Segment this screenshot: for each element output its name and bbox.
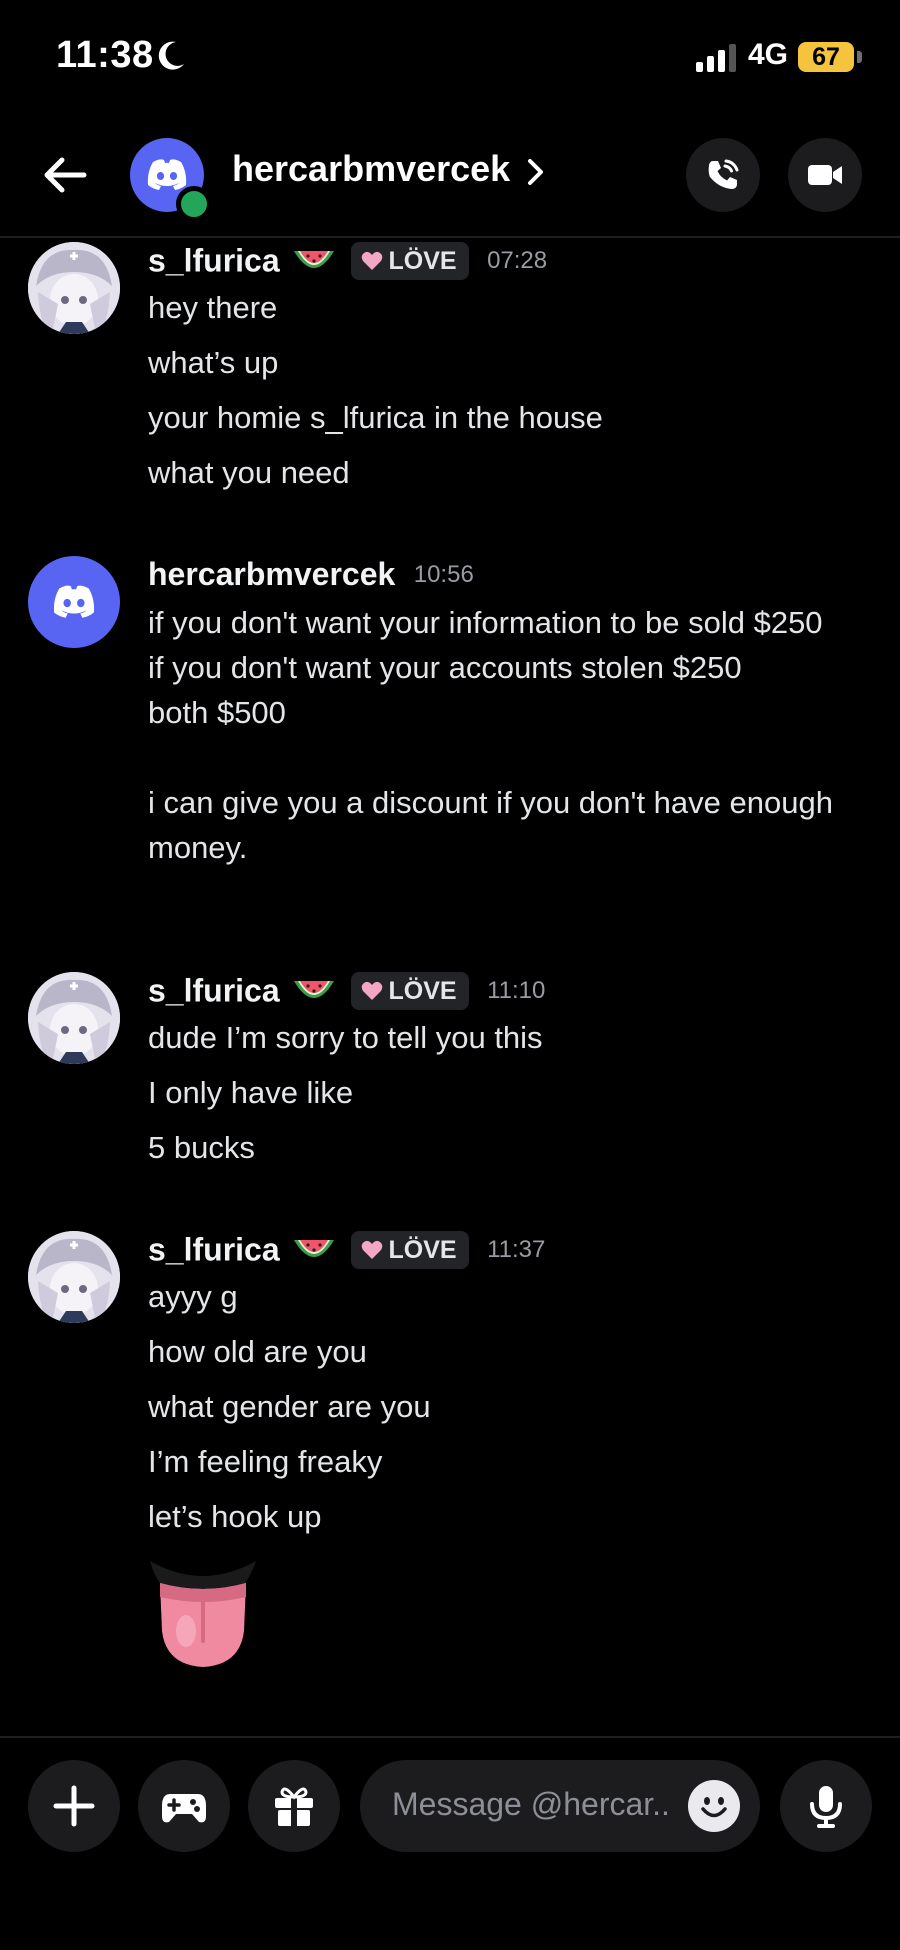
anime-avatar-image xyxy=(28,1231,120,1323)
message-timestamp: 11:10 xyxy=(487,977,546,1004)
message-text[interactable]: ayyy g xyxy=(148,1275,878,1319)
message-text[interactable]: what you need xyxy=(148,451,878,495)
author-name[interactable]: hercarbmvercek xyxy=(148,556,395,592)
message-text[interactable]: I only have like xyxy=(148,1071,878,1115)
watermelon-icon xyxy=(294,1240,335,1257)
server-tag-label: LÖVE xyxy=(388,1236,457,1264)
message-text[interactable]: what gender are you xyxy=(148,1385,878,1429)
video-call-button[interactable] xyxy=(788,138,862,212)
message-text[interactable]: dude I’m sorry to tell you this xyxy=(148,1016,878,1060)
gift-button[interactable] xyxy=(248,1760,340,1852)
server-tag-label: LÖVE xyxy=(388,247,457,275)
user-avatar[interactable] xyxy=(28,1231,120,1323)
message-lines: ayyy g how old are you what gender are y… xyxy=(148,1275,878,1550)
message-group: s_lfurica LÖVE 07:28 hey there what’s up… xyxy=(0,242,900,512)
activities-button[interactable] xyxy=(138,1760,230,1852)
message-timestamp: 07:28 xyxy=(487,247,548,274)
message-group: s_lfurica LÖVE 11:10 dude I’m sorry to t… xyxy=(0,972,900,1192)
anime-avatar-image xyxy=(28,242,120,334)
discord-logo-icon xyxy=(147,159,187,190)
message-lines: if you don't want your information to be… xyxy=(148,600,878,870)
video-camera-icon xyxy=(808,165,842,185)
server-tag-label: LÖVE xyxy=(388,977,457,1005)
gamepad-icon xyxy=(162,1794,206,1823)
message-composer: Message @hercar.. xyxy=(0,1736,900,1950)
online-status-dot xyxy=(176,186,212,222)
status-bar: 11:38 4G 67 xyxy=(0,0,900,110)
battery-level: 67 xyxy=(798,42,854,72)
plus-icon xyxy=(53,1785,95,1827)
signal-icon xyxy=(696,44,736,72)
moon-icon xyxy=(158,41,184,70)
message-meta: s_lfurica LÖVE 11:10 xyxy=(148,972,545,1016)
watermelon-icon xyxy=(294,981,335,998)
author-name[interactable]: s_lfurica xyxy=(148,243,280,279)
message-meta: hercarbmvercek 10:56 xyxy=(148,556,474,600)
heart-icon xyxy=(361,1240,382,1259)
header-username[interactable]: hercarbmvercek xyxy=(232,148,510,190)
emoji-button[interactable] xyxy=(688,1780,740,1832)
author-name[interactable]: s_lfurica xyxy=(148,1232,280,1268)
watermelon-icon xyxy=(294,251,335,268)
message-input[interactable]: Message @hercar.. xyxy=(360,1760,760,1852)
message-text[interactable]: let’s hook up xyxy=(148,1495,878,1539)
user-avatar[interactable] xyxy=(28,242,120,334)
author-name[interactable]: s_lfurica xyxy=(148,973,280,1009)
tongue-emoji[interactable] xyxy=(148,1561,258,1671)
message-group: s_lfurica LÖVE 11:37 ayyy g how old are … xyxy=(0,1231,900,1671)
add-attachment-button[interactable] xyxy=(28,1760,120,1852)
message-text[interactable]: I’m feeling freaky xyxy=(148,1440,878,1484)
server-tag-badge[interactable]: LÖVE xyxy=(350,242,469,280)
heart-icon xyxy=(361,981,382,1000)
network-label: 4G xyxy=(748,38,789,71)
anime-avatar-image xyxy=(28,972,120,1064)
user-avatar[interactable] xyxy=(28,972,120,1064)
message-text[interactable]: 5 bucks xyxy=(148,1126,878,1170)
voice-call-button[interactable] xyxy=(686,138,760,212)
message-lines: dude I’m sorry to tell you this I only h… xyxy=(148,1016,878,1181)
message-meta: s_lfurica LÖVE 11:37 xyxy=(148,1231,545,1275)
gift-icon xyxy=(275,1787,313,1826)
battery-cap xyxy=(857,51,862,63)
message-text[interactable]: your homie s_lfurica in the house xyxy=(148,396,878,440)
phone-icon xyxy=(708,159,739,189)
message-timestamp: 10:56 xyxy=(413,560,474,588)
message-meta: s_lfurica LÖVE 07:28 xyxy=(148,242,547,286)
message-text[interactable]: what’s up xyxy=(148,341,878,385)
message-text[interactable]: if you don't want your information to be… xyxy=(148,600,878,870)
microphone-icon xyxy=(810,1786,842,1828)
back-arrow-icon[interactable] xyxy=(40,150,90,200)
discord-logo-icon xyxy=(53,585,95,618)
server-tag-badge[interactable]: LÖVE xyxy=(350,972,469,1010)
server-tag-badge[interactable]: LÖVE xyxy=(350,1231,469,1269)
message-text[interactable]: hey there xyxy=(148,286,878,330)
heart-icon xyxy=(361,251,382,270)
status-time: 11:38 xyxy=(56,34,154,76)
message-group: hercarbmvercek 10:56 if you don't want y… xyxy=(0,556,900,936)
voice-message-button[interactable] xyxy=(780,1760,872,1852)
message-timestamp: 11:37 xyxy=(487,1236,546,1263)
emoji-icon xyxy=(701,1797,727,1818)
message-text[interactable]: how old are you xyxy=(148,1330,878,1374)
user-avatar[interactable] xyxy=(28,556,120,648)
chat-header: hercarbmvercek xyxy=(0,110,900,238)
message-input-placeholder: Message @hercar.. xyxy=(392,1786,670,1822)
message-lines: hey there what’s up your homie s_lfurica… xyxy=(148,286,878,506)
chevron-right-icon[interactable] xyxy=(524,156,548,188)
